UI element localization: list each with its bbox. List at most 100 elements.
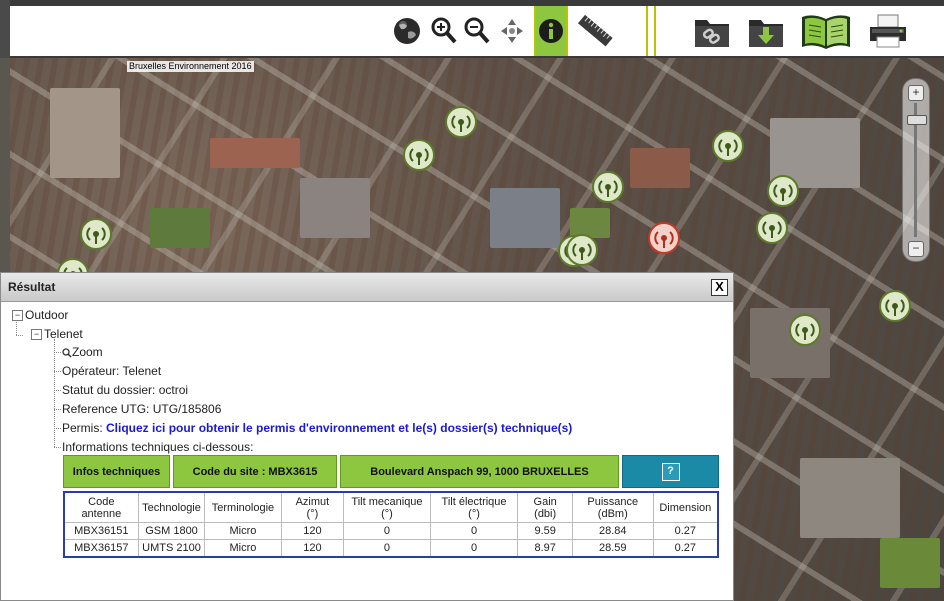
table-cell: Micro: [205, 540, 282, 556]
map-building: [800, 458, 900, 538]
table-cell: 0: [344, 540, 431, 556]
table-cell: 9.59: [518, 523, 573, 540]
table-cell: GSM 1800: [138, 523, 206, 540]
antenna-icon: [654, 231, 674, 248]
download-folder-button[interactable]: [744, 8, 788, 54]
table-header-row: Code antenne Technologie Terminologie Azi…: [65, 493, 717, 523]
map-zoom-out-button[interactable]: −: [908, 241, 924, 257]
table-cell: 28.84: [572, 523, 654, 540]
collapse-toggle-icon[interactable]: −: [12, 310, 23, 322]
antenna-marker[interactable]: [756, 212, 788, 244]
map-copyright: Bruxelles Environnement 2016: [127, 61, 254, 72]
zoom-link[interactable]: Zoom: [62, 344, 103, 360]
zoom-out-icon: [464, 17, 490, 44]
reference-text: Reference UTG: UTG/185806: [62, 402, 222, 416]
antenna-icon: [86, 227, 106, 244]
antenna-marker-selected[interactable]: [648, 222, 680, 254]
close-button[interactable]: X: [711, 279, 728, 296]
map-building: [300, 178, 370, 238]
zoom-in-button[interactable]: [428, 8, 460, 54]
map-zoom-slider[interactable]: + −: [902, 78, 930, 262]
table-cell: MBX36151: [65, 523, 139, 540]
permis-label: Permis:: [62, 421, 107, 435]
infos-techniques-tab[interactable]: Infos techniques: [63, 455, 170, 488]
table-cell: 0: [430, 523, 519, 540]
antenna-marker[interactable]: [789, 314, 821, 346]
globe-button[interactable]: [390, 8, 424, 54]
toolbar-left-strip: [0, 0, 10, 58]
tree-connector: [16, 335, 23, 336]
pan-button[interactable]: [496, 8, 528, 54]
download-folder-icon: [749, 20, 783, 47]
map-building: [150, 208, 210, 248]
antenna-marker[interactable]: [403, 139, 435, 171]
table-row: MBX36157 UMTS 2100 Micro 120 0 0 8.97 28…: [65, 540, 717, 556]
antenna-icon: [795, 323, 815, 340]
table-cell: 28.59: [573, 540, 654, 556]
tree-node-label: Telenet: [44, 327, 83, 341]
table-cell: Micro: [205, 523, 282, 540]
antenna-icon: [718, 139, 738, 156]
tree-connector: [54, 339, 55, 447]
antenna-icon: [885, 299, 905, 316]
col-tilt-electrique: Tilt électrique (°): [430, 493, 519, 523]
collapse-toggle-icon[interactable]: −: [31, 329, 42, 341]
globe-icon: [394, 18, 420, 44]
permis-link[interactable]: Cliquez ici pour obtenir le permis d'env…: [106, 421, 572, 435]
map-building: [880, 538, 940, 588]
permis-row: Permis: Cliquez ici pour obtenir le perm…: [62, 420, 572, 436]
antenna-icon: [598, 180, 618, 197]
site-info-bar: Infos techniques Code du site : MBX3615 …: [63, 455, 719, 488]
zoom-handle[interactable]: [907, 115, 927, 125]
tree-connector: [54, 352, 61, 353]
info-button[interactable]: [536, 6, 566, 56]
antenna-marker[interactable]: [80, 218, 112, 250]
antenna-marker[interactable]: [712, 130, 744, 162]
toolbar-separator: [654, 6, 656, 56]
book-button[interactable]: [798, 8, 854, 54]
map-building: [490, 188, 560, 248]
map-zoom-in-button[interactable]: +: [908, 85, 924, 101]
antenna-marker[interactable]: [767, 175, 799, 207]
printer-button[interactable]: [864, 8, 912, 54]
help-icon: ?: [661, 462, 680, 481]
result-panel: Résultat X − Outdoor − Telenet Zoom Opérat…: [0, 272, 734, 601]
link-folder-button[interactable]: [690, 8, 734, 54]
ruler-button[interactable]: [574, 8, 616, 54]
col-puissance: Puissance (dBm): [572, 493, 654, 523]
antenna-icon: [762, 221, 782, 238]
tree-node-outdoor[interactable]: − Outdoor: [12, 307, 68, 323]
operateur-text: Opérateur: Telenet: [62, 364, 162, 378]
table-cell: MBX36157: [65, 540, 139, 556]
tree-connector: [54, 447, 61, 448]
col-gain: Gain (dbi): [518, 493, 573, 523]
panel-title: Résultat: [8, 280, 56, 294]
table-cell: 8.97: [518, 540, 573, 556]
result-panel-header[interactable]: Résultat X: [1, 273, 733, 302]
technical-table: Code antenne Technologie Terminologie Azi…: [63, 491, 719, 558]
antenna-marker[interactable]: [566, 234, 598, 266]
help-button[interactable]: ?: [622, 455, 719, 488]
antenna-icon: [451, 115, 471, 132]
result-panel-body: − Outdoor − Telenet Zoom Opérateur: Telene…: [1, 302, 733, 600]
zoom-out-button[interactable]: [461, 8, 493, 54]
table-row: MBX36151 GSM 1800 Micro 120 0 0 9.59 28.…: [65, 523, 717, 540]
col-technologie: Technologie: [138, 493, 206, 523]
antenna-marker[interactable]: [445, 106, 477, 138]
tree-connector: [54, 390, 61, 391]
table-cell: UMTS 2100: [139, 540, 206, 556]
site-code: Code du site : MBX3615: [173, 455, 337, 488]
tree-connector: [54, 409, 61, 410]
antenna-marker[interactable]: [592, 171, 624, 203]
antenna-marker[interactable]: [879, 290, 911, 322]
table-cell: 0: [344, 523, 431, 540]
zoom-icon: [62, 348, 72, 358]
map-building: [570, 208, 610, 238]
statut-text: Statut du dossier: octroi: [62, 383, 189, 397]
tree-node-telenet[interactable]: − Telenet: [31, 326, 83, 342]
info-icon: [539, 19, 563, 43]
col-tilt-mecanique: Tilt mecanique (°): [344, 493, 431, 523]
map-building: [50, 88, 120, 178]
col-azimut: Azimut (°): [281, 493, 345, 523]
table-cell: 0.27: [674, 541, 697, 554]
